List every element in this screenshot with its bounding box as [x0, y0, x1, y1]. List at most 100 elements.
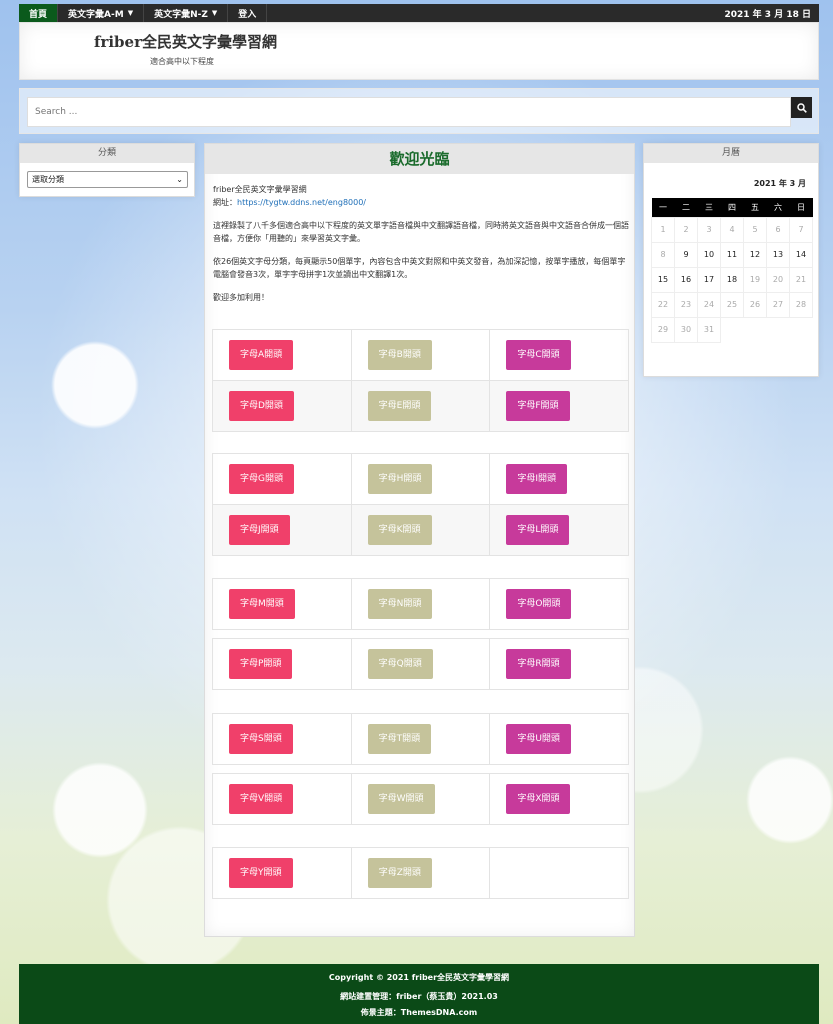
- site-url-link[interactable]: https://tygtw.ddns.net/eng8000/: [237, 198, 366, 207]
- letter-h-button[interactable]: 字母H開頭: [367, 464, 433, 494]
- calendar-day: 23: [674, 291, 698, 318]
- calendar-day: 21: [789, 266, 813, 293]
- letter-group-table: 字母A開頭 字母B開頭 字母C開頭 字母D開頭 字母E開頭 字母F開頭: [212, 329, 629, 432]
- category-widget: 分類 選取分類 ⌄: [19, 143, 195, 197]
- calendar-week-row: 15 16 17 18 19 20 21: [651, 266, 813, 293]
- nav-item-home[interactable]: 首頁: [19, 4, 59, 22]
- calendar-day: 10: [697, 241, 721, 268]
- letter-s-button[interactable]: 字母S開頭: [229, 724, 293, 754]
- site-tagline: 適合高中以下程度: [150, 57, 214, 66]
- letter-m-button[interactable]: 字母M開頭: [229, 589, 295, 619]
- letter-k-button[interactable]: 字母K開頭: [367, 515, 432, 545]
- letter-g-button[interactable]: 字母G開頭: [229, 464, 294, 494]
- calendar-day: 30: [674, 316, 698, 343]
- calendar-day: 17: [697, 266, 721, 293]
- calendar-day: 15: [651, 266, 675, 293]
- intro-paragraph-2: 依26個英文字母分類，每頁顯示50個單字，內容包含中英文對照和中英文發音，為加深…: [213, 257, 626, 279]
- calendar-day: 28: [789, 291, 813, 318]
- letter-w-button[interactable]: 字母W開頭: [367, 784, 435, 814]
- letter-t-button[interactable]: 字母T開頭: [367, 724, 432, 754]
- letter-v-button[interactable]: 字母V開頭: [229, 784, 294, 814]
- letter-r-button[interactable]: 字母R開頭: [506, 649, 571, 679]
- calendar-day: 16: [674, 266, 698, 293]
- letter-x-button[interactable]: 字母X開頭: [506, 784, 571, 814]
- calendar-day: 27: [766, 291, 790, 318]
- calendar-week-row: 22 23 24 25 26 27 28: [651, 291, 813, 318]
- calendar-widget: 月曆 2021 年 3 月 一 二 三 四 五 六 日 1 2 3 4 5 6 7 8 9 10 1…: [643, 143, 819, 377]
- letter-group-table: 字母M開頭 字母N開頭 字母O開頭: [212, 578, 629, 630]
- letter-a-button[interactable]: 字母A開頭: [229, 340, 294, 370]
- table-row: 字母P開頭 字母Q開頭 字母R開頭: [212, 638, 629, 690]
- search-button[interactable]: [791, 97, 812, 118]
- table-row: 字母G開頭 字母H開頭 字母I開頭: [212, 453, 629, 505]
- site-title[interactable]: friber全民英文字彙學習網: [94, 31, 277, 52]
- calendar-day: 13: [766, 241, 790, 268]
- nav-item-vocab-n-z[interactable]: 英文字彙N-Z ▼: [144, 4, 229, 22]
- letter-z-button[interactable]: 字母Z開頭: [367, 858, 432, 888]
- calendar-day: 20: [766, 266, 790, 293]
- letter-j-button[interactable]: 字母J開頭: [229, 515, 290, 545]
- current-date: 2021 年 3 月 18 日: [724, 9, 811, 20]
- top-nav-bar: 首頁 英文字彙A-M ▼ 英文字彙N-Z ▼ 登入 2021 年 3 月 18 …: [19, 4, 819, 22]
- calendar-day: 4: [720, 216, 744, 243]
- nav-item-vocab-a-m[interactable]: 英文字彙A-M ▼: [58, 4, 145, 22]
- calendar-table: 一 二 三 四 五 六 日 1 2 3 4 5 6 7 8 9 10 11 12 13 14 15 16 17 1…: [651, 198, 813, 343]
- calendar-day: 5: [743, 216, 767, 243]
- letter-l-button[interactable]: 字母L開頭: [506, 515, 570, 545]
- calendar-day: 22: [651, 291, 675, 318]
- letter-group-table: 字母G開頭 字母H開頭 字母I開頭 字母J開頭 字母K開頭 字母L開頭: [212, 453, 629, 556]
- calendar-day: 24: [697, 291, 721, 318]
- table-row: 字母S開頭 字母T開頭 字母U開頭: [212, 713, 629, 765]
- calendar-week-row: 8 9 10 11 12 13 14: [651, 241, 813, 268]
- calendar-week-row: 1234567: [651, 216, 813, 243]
- category-select[interactable]: 選取分類 ⌄: [27, 171, 188, 188]
- nav-item-label: 英文字彙N-Z: [154, 9, 208, 20]
- nav-item-label: 首頁: [29, 9, 48, 20]
- calendar-weekday-row: 一 二 三 四 五 六 日: [651, 198, 813, 217]
- letter-c-button[interactable]: 字母C開頭: [506, 340, 571, 370]
- letter-q-button[interactable]: 字母Q開頭: [367, 649, 433, 679]
- search-input[interactable]: [27, 97, 791, 127]
- footer-theme: 佈景主題：ThemesDNA.com: [360, 1008, 478, 1017]
- calendar-day: 7: [789, 216, 813, 243]
- weekday-header: 五: [743, 198, 767, 217]
- calendar-day: 3: [697, 216, 721, 243]
- chevron-down-icon: ⌄: [176, 175, 183, 184]
- letter-group-table: 字母S開頭 字母T開頭 字母U開頭: [212, 713, 629, 765]
- table-row: 字母D開頭 字母E開頭 字母F開頭: [212, 380, 629, 432]
- weekday-header: 一: [651, 198, 675, 217]
- calendar-day: 2: [674, 216, 698, 243]
- widget-title: 分類: [20, 144, 194, 163]
- letter-o-button[interactable]: 字母O開頭: [506, 589, 572, 619]
- intro-text: friber全民英文字彙學習網 網址：https://tygtw.ddns.ne…: [213, 183, 629, 314]
- table-row: 字母M開頭 字母N開頭 字母O開頭: [212, 578, 629, 630]
- calendar-day: 26: [743, 291, 767, 318]
- calendar-day: 31: [697, 316, 721, 343]
- search-bar: [19, 88, 819, 134]
- letter-i-button[interactable]: 字母I開頭: [506, 464, 567, 494]
- letter-d-button[interactable]: 字母D開頭: [229, 391, 294, 421]
- letter-u-button[interactable]: 字母U開頭: [506, 724, 571, 754]
- calendar-empty-cell: [744, 317, 767, 342]
- calendar-day: 25: [720, 291, 744, 318]
- letter-p-button[interactable]: 字母P開頭: [229, 649, 293, 679]
- category-select-value: 選取分類: [32, 175, 64, 184]
- calendar-day: 18: [720, 266, 744, 293]
- letter-y-button[interactable]: 字母Y開頭: [229, 858, 293, 888]
- nav-item-label: 英文字彙A-M: [68, 9, 124, 20]
- intro-paragraph-1: 這裡錄製了八千多個適合高中以下程度的英文單字語音檔與中文翻譯語音檔，同時將英文語…: [213, 221, 629, 243]
- letter-e-button[interactable]: 字母E開頭: [367, 391, 432, 421]
- calendar-day: 8: [651, 241, 675, 268]
- calendar-empty-cell: [721, 317, 744, 342]
- caret-down-icon: ▼: [127, 9, 134, 17]
- letter-b-button[interactable]: 字母B開頭: [367, 340, 432, 370]
- main-content: 歡迎光臨 friber全民英文字彙學習網 網址：https://tygtw.dd…: [204, 143, 635, 937]
- page-title: 歡迎光臨: [205, 144, 634, 174]
- nav-item-login[interactable]: 登入: [228, 4, 268, 22]
- calendar-day: 1: [651, 216, 675, 243]
- letter-n-button[interactable]: 字母N開頭: [367, 589, 433, 619]
- letter-group-table: 字母V開頭 字母W開頭 字母X開頭: [212, 773, 629, 825]
- calendar-week-row: 29 30 31: [651, 316, 813, 343]
- letter-f-button[interactable]: 字母F開頭: [506, 391, 570, 421]
- site-footer: Copyright © 2021 friber全民英文字彙學習網 網站建置管理：…: [19, 964, 819, 1024]
